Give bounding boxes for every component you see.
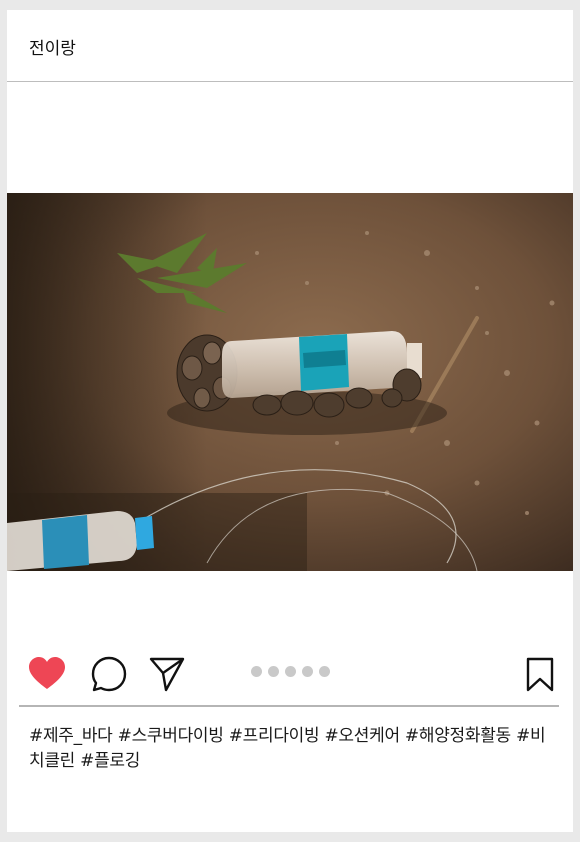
- carousel-dot[interactable]: [302, 666, 313, 677]
- hashtag-link[interactable]: #스쿠버다이빙: [118, 726, 224, 746]
- username[interactable]: 전이랑: [29, 34, 76, 59]
- carousel-dot[interactable]: [319, 666, 330, 677]
- hashtag-link[interactable]: #제주_바다: [29, 726, 113, 746]
- post-header: 전이랑: [7, 10, 573, 82]
- carousel-indicator: [251, 666, 330, 678]
- carousel-dot[interactable]: [268, 666, 279, 677]
- hashtag-link[interactable]: #해양정화활동: [405, 726, 511, 746]
- hashtag-link[interactable]: #오션케어: [324, 726, 400, 746]
- action-bar: [7, 650, 573, 706]
- divider: [19, 705, 559, 707]
- hashtag-caption: #제주_바다 #스쿠버다이빙 #프리다이빙 #오션케어 #해양정화활동 #비치클…: [29, 724, 559, 774]
- post-photo[interactable]: [7, 193, 573, 571]
- carousel-dot[interactable]: [251, 666, 262, 677]
- bookmark-icon[interactable]: [525, 657, 555, 697]
- beach-litter-photo: [7, 193, 573, 571]
- post-card: 전이랑 #제주_바다 #스쿠버다이빙 #프리다이빙 #오션케어 #해양정화활동 …: [7, 10, 573, 832]
- comment-icon[interactable]: [91, 656, 127, 696]
- paper-plane-icon[interactable]: [149, 656, 185, 696]
- heart-icon[interactable]: [28, 657, 66, 695]
- carousel-dot[interactable]: [285, 666, 296, 677]
- hashtag-link[interactable]: #플로깅: [80, 751, 140, 771]
- hashtag-link[interactable]: #프리다이빙: [229, 726, 320, 746]
